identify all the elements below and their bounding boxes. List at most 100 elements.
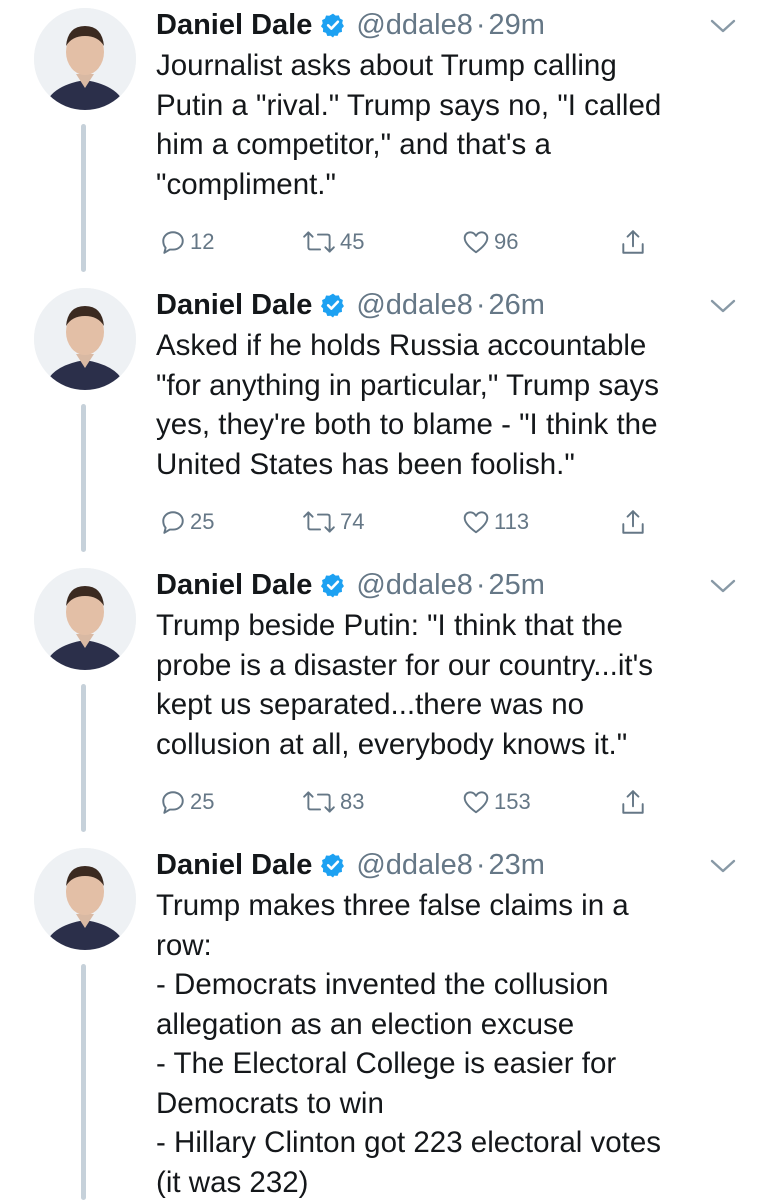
separator-dot: · [476,9,486,42]
like-count: 96 [494,229,518,255]
tweet[interactable]: Daniel Dale @ddale8 · 26m Asked if he ho… [0,280,768,560]
tweet-text: Journalist asks about Trump calling Puti… [156,46,746,204]
chevron-down-icon[interactable] [710,298,736,314]
retweet-count: 74 [340,509,364,535]
separator-dot: · [476,569,486,602]
action-bar: 25 83 153 [156,785,656,819]
retweet-icon [302,789,336,815]
reply-count: 25 [190,789,214,815]
retweet-button[interactable]: 74 [302,505,364,539]
retweet-button[interactable]: 83 [302,785,364,819]
share-icon [620,788,646,816]
tweet-text-line: Trump makes three false claims in a [156,886,746,926]
reply-count: 25 [190,509,214,535]
share-button[interactable] [620,785,646,819]
reply-count: 12 [190,229,214,255]
tweet-text: Asked if he holds Russia accountable "fo… [156,326,746,484]
verified-badge-icon [320,852,346,878]
reply-button[interactable]: 12 [160,225,214,259]
author-name[interactable]: Daniel Dale [156,849,312,882]
avatar-photo [34,8,136,110]
retweet-button[interactable]: 45 [302,225,364,259]
tweet[interactable]: Daniel Dale @ddale8 · 25m Trump beside P… [0,560,768,840]
action-bar: 25 74 113 [156,505,656,539]
share-button[interactable] [620,505,646,539]
avatar[interactable] [34,848,136,950]
heart-icon [462,509,490,535]
verified-badge-icon [320,12,346,38]
author-handle[interactable]: @ddale8 [356,9,473,42]
share-button[interactable] [620,225,646,259]
avatar[interactable] [34,8,136,110]
tweet-text-line: allegation as an election excuse [156,1005,746,1045]
heart-icon [462,789,490,815]
reply-icon [160,509,186,535]
thread-line [81,964,86,1200]
retweet-count: 45 [340,229,364,255]
tweet-text-line: him a competitor," and that's a [156,125,746,165]
chevron-down-icon[interactable] [710,18,736,34]
verified-badge-icon [320,292,346,318]
tweet-text-line: Journalist asks about Trump calling [156,46,746,86]
avatar-photo [34,848,136,950]
author-name[interactable]: Daniel Dale [156,289,312,322]
tweet-header: Daniel Dale @ddale8 · 25m [156,560,545,610]
thread-line [81,684,86,832]
reply-button[interactable]: 25 [160,505,214,539]
retweet-icon [302,229,336,255]
reply-icon [160,229,186,255]
like-count: 113 [494,509,529,535]
like-button[interactable]: 113 [462,505,529,539]
tweet-text-line: (it was 232) [156,1163,746,1202]
tweet-text-line: collusion at all, everybody knows it." [156,725,746,765]
thread-line [81,124,86,272]
tweet-text-line: "for anything in particular," Trump says [156,366,746,406]
tweet-text-line: - The Electoral College is easier for [156,1044,746,1084]
avatar-photo [34,288,136,390]
like-button[interactable]: 153 [462,785,531,819]
avatar[interactable] [34,568,136,670]
timestamp[interactable]: 29m [489,9,545,42]
timestamp[interactable]: 23m [489,849,545,882]
tweet-text-line: United States has been foolish." [156,445,746,485]
author-name[interactable]: Daniel Dale [156,9,312,42]
tweet-header: Daniel Dale @ddale8 · 23m [156,840,545,890]
tweet-header: Daniel Dale @ddale8 · 26m [156,280,545,330]
author-handle[interactable]: @ddale8 [356,289,473,322]
tweet-header: Daniel Dale @ddale8 · 29m [156,0,545,50]
share-icon [620,508,646,536]
author-name[interactable]: Daniel Dale [156,569,312,602]
tweet-text-line: Democrats to win [156,1084,746,1124]
share-icon [620,228,646,256]
avatar[interactable] [34,288,136,390]
thread-line [81,404,86,552]
separator-dot: · [476,289,486,322]
like-button[interactable]: 96 [462,225,518,259]
tweet[interactable]: Daniel Dale @ddale8 · 29m Journalist ask… [0,0,768,280]
retweet-count: 83 [340,789,364,815]
verified-badge-icon [320,572,346,598]
author-handle[interactable]: @ddale8 [356,569,473,602]
tweet-text-line: - Democrats invented the collusion [156,965,746,1005]
tweet-text: Trump makes three false claims in a row:… [156,886,746,1202]
chevron-down-icon[interactable] [710,858,736,874]
timestamp[interactable]: 25m [489,569,545,602]
tweet[interactable]: Daniel Dale @ddale8 · 23m Trump makes th… [0,840,768,1200]
reply-button[interactable]: 25 [160,785,214,819]
tweet-text-line: row: [156,926,746,966]
author-handle[interactable]: @ddale8 [356,849,473,882]
tweet-text-line: Putin a "rival." Trump says no, "I calle… [156,86,746,126]
separator-dot: · [476,849,486,882]
tweet-text-line: probe is a disaster for our country...it… [156,646,746,686]
tweet-text: Trump beside Putin: "I think that the pr… [156,606,746,764]
tweet-text-line: Asked if he holds Russia accountable [156,326,746,366]
heart-icon [462,229,490,255]
timestamp[interactable]: 26m [489,289,545,322]
reply-icon [160,789,186,815]
like-count: 153 [494,789,531,815]
retweet-icon [302,509,336,535]
tweet-text-line: - Hillary Clinton got 223 electoral vote… [156,1123,746,1163]
chevron-down-icon[interactable] [710,578,736,594]
tweet-text-line: Trump beside Putin: "I think that the [156,606,746,646]
action-bar: 12 45 96 [156,225,656,259]
